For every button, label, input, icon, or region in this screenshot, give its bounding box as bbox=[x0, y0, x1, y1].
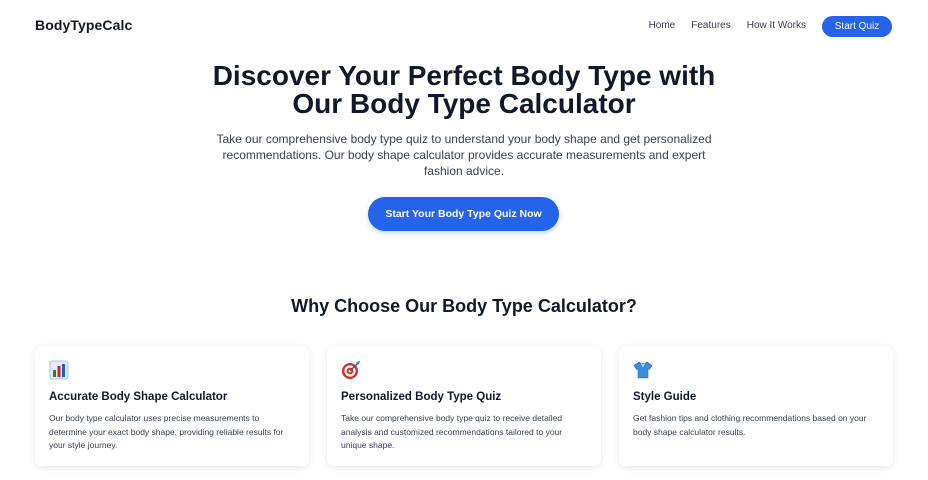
target-icon bbox=[342, 361, 360, 379]
shirt-icon bbox=[633, 361, 653, 379]
start-body-type-quiz-button[interactable]: Start Your Body Type Quiz Now bbox=[368, 197, 559, 231]
hero-title-line-1: Discover Your Perfect Body Type with bbox=[212, 60, 716, 91]
nav-link-how-it-works[interactable]: How It Works bbox=[747, 20, 806, 32]
hero-title: Discover Your Perfect Body Type with Our… bbox=[0, 62, 928, 118]
bar-chart-icon bbox=[49, 360, 69, 380]
hero-title-line-2: Our Body Type Calculator bbox=[292, 88, 636, 119]
feature-card-accurate-calculator: Accurate Body Shape Calculator Our body … bbox=[35, 346, 309, 466]
feature-card-text: Get fashion tips and clothing recommenda… bbox=[633, 413, 867, 437]
feature-card-title: Accurate Body Shape Calculator bbox=[49, 391, 228, 403]
features-title: Why Choose Our Body Type Calculator? bbox=[291, 296, 637, 316]
nav-link-home[interactable]: Home bbox=[649, 20, 676, 32]
hero-subtitle: Take our comprehensive body type quiz to… bbox=[216, 132, 712, 178]
nav-link-features[interactable]: Features bbox=[691, 20, 730, 32]
feature-card-title: Personalized Body Type Quiz bbox=[341, 391, 502, 403]
top-nav: BodyTypeCalc Home Features How It Works … bbox=[0, 0, 928, 52]
feature-card-personalized-quiz: Personalized Body Type Quiz Take our com… bbox=[327, 346, 601, 466]
feature-card-text: Take our comprehensive body type quiz to… bbox=[341, 413, 563, 450]
feature-card-style-guide: Style Guide Get fashion tips and clothin… bbox=[619, 346, 893, 466]
nav-links: Home Features How It Works bbox=[649, 20, 806, 32]
brand-logo[interactable]: BodyTypeCalc bbox=[35, 17, 132, 33]
feature-card-title: Style Guide bbox=[633, 391, 697, 403]
feature-card-text: Our body type calculator uses precise me… bbox=[49, 413, 284, 450]
start-quiz-button[interactable]: Start Quiz bbox=[822, 16, 892, 37]
